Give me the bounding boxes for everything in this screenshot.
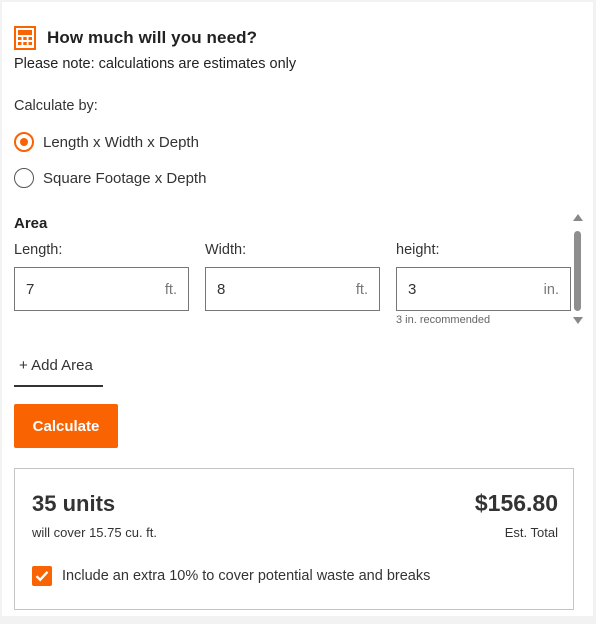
length-input[interactable] <box>15 268 156 310</box>
area-title: Area <box>14 215 48 232</box>
extra-waste-option[interactable]: Include an extra 10% to cover potential … <box>32 566 430 586</box>
scroll-up-arrow-icon[interactable] <box>573 214 583 221</box>
length-unit: ft. <box>164 282 177 298</box>
radio-label: Length x Width x Depth <box>43 133 199 151</box>
radio-label: Square Footage x Depth <box>43 169 207 187</box>
width-label: Width: <box>205 242 247 258</box>
scroll-down-arrow-icon[interactable] <box>573 317 583 324</box>
calculator-title: How much will you need? <box>47 28 258 47</box>
length-field[interactable]: ft. <box>14 267 189 311</box>
estimated-total-label: Est. Total <box>504 525 558 540</box>
radio-length-width-depth[interactable]: Length x Width x Depth <box>14 132 199 152</box>
calculator-icon <box>14 26 36 50</box>
width-unit: ft. <box>355 282 368 298</box>
radio-square-footage-depth[interactable]: Square Footage x Depth <box>14 168 206 188</box>
width-field[interactable]: ft. <box>205 267 380 311</box>
units-result: 35 units <box>32 491 116 516</box>
estimated-price: $156.80 <box>474 490 558 516</box>
width-input[interactable] <box>206 268 347 310</box>
estimate-note: Please note: calculations are estimates … <box>14 56 297 72</box>
checkmark-icon <box>35 570 49 582</box>
scrollbar-thumb[interactable] <box>574 231 581 311</box>
height-unit: in. <box>543 282 559 298</box>
add-area-button[interactable]: + Add Area <box>14 356 103 387</box>
area-scrollbar[interactable] <box>572 214 584 328</box>
calculator-card: How much will you need? Please note: cal… <box>2 2 593 616</box>
coverage-text: will cover 15.75 cu. ft. <box>32 525 157 540</box>
radio-button-selected[interactable] <box>14 132 34 152</box>
add-area-label: + Add Area <box>19 357 93 374</box>
extra-waste-checkbox[interactable] <box>32 566 52 586</box>
extra-waste-label: Include an extra 10% to cover potential … <box>62 568 431 584</box>
result-panel: 35 units will cover 15.75 cu. ft. $156.8… <box>14 468 574 610</box>
height-label: height: <box>396 242 440 258</box>
calculator-header: How much will you need? <box>14 26 257 50</box>
calculate-by-label: Calculate by: <box>14 98 98 114</box>
height-hint: 3 in. recommended <box>396 314 491 326</box>
calculate-button[interactable]: Calculate <box>14 404 118 448</box>
radio-button[interactable] <box>14 168 34 188</box>
height-field[interactable]: in. <box>396 267 571 311</box>
height-input[interactable] <box>397 268 538 310</box>
length-label: Length: <box>14 242 63 258</box>
